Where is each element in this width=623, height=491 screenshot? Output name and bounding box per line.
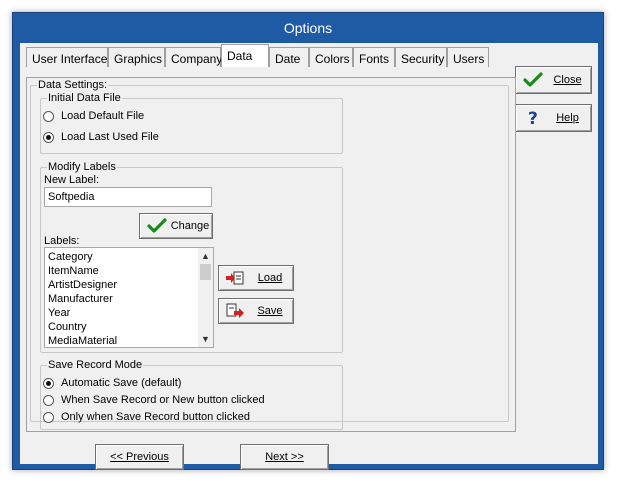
radio-load-last-used-file[interactable]: Load Last Used File — [43, 131, 159, 143]
close-button[interactable]: Close — [515, 66, 592, 94]
modify-labels-title: Modify Labels — [47, 161, 117, 173]
list-item[interactable]: ArtistDesigner — [48, 278, 117, 292]
labels-caption: Labels: — [44, 235, 80, 247]
radio-label: When Save Record or New button clicked — [61, 394, 265, 406]
previous-button-label: << Previous — [110, 451, 169, 463]
check-icon — [147, 218, 167, 233]
load-button-label: Load — [257, 272, 283, 284]
tab-date[interactable]: Date — [269, 47, 309, 67]
labels-listbox[interactable]: Category ItemName ArtistDesigner Manufac… — [44, 247, 214, 348]
labels-list: Category ItemName ArtistDesigner Manufac… — [48, 250, 117, 347]
tab-company[interactable]: Company — [165, 47, 222, 67]
check-icon — [523, 72, 543, 87]
tab-security[interactable]: Security — [395, 47, 447, 67]
radio-save-record-only[interactable]: Only when Save Record button clicked — [43, 411, 250, 423]
svg-text:?: ? — [528, 109, 538, 127]
tab-user-interface[interactable]: User Interface — [26, 47, 108, 67]
list-item[interactable]: Category — [48, 250, 117, 264]
tab-colors[interactable]: Colors — [309, 47, 353, 67]
load-button[interactable]: Load — [218, 265, 294, 291]
change-button-label: Change — [170, 220, 210, 232]
options-window: Options User Interface Graphics Company … — [12, 12, 604, 470]
initial-data-file-group: Initial Data File Load Default File Load… — [40, 92, 343, 154]
radio-load-default-file[interactable]: Load Default File — [43, 110, 144, 122]
scroll-thumb[interactable] — [200, 264, 211, 280]
data-tab-panel: Data Settings: Initial Data File Load De… — [26, 77, 516, 432]
next-button[interactable]: Next >> — [240, 444, 329, 470]
next-button-label: Next >> — [265, 451, 304, 463]
tab-data[interactable]: Data — [221, 44, 269, 67]
labels-scrollbar[interactable]: ▲ ▼ — [198, 248, 213, 347]
new-label-input[interactable]: Softpedia — [44, 187, 212, 207]
tab-users[interactable]: Users — [447, 47, 489, 67]
radio-label: Automatic Save (default) — [61, 377, 182, 389]
save-record-mode-title: Save Record Mode — [47, 359, 144, 371]
data-settings-group: Data Settings: Initial Data File Load De… — [30, 79, 509, 430]
scroll-down-icon[interactable]: ▼ — [198, 332, 213, 346]
save-labels-button-label: Save — [257, 305, 283, 317]
help-button[interactable]: ? Help — [515, 104, 592, 132]
help-button-label: Help — [556, 112, 579, 124]
save-record-mode-group: Save Record Mode Automatic Save (default… — [40, 359, 343, 430]
data-settings-title: Data Settings: — [37, 79, 109, 91]
modify-labels-group: Modify Labels New Label: Softpedia Chang… — [40, 161, 343, 353]
previous-button[interactable]: << Previous — [95, 444, 184, 470]
initial-data-file-title: Initial Data File — [47, 92, 122, 104]
load-file-icon — [226, 271, 244, 285]
radio-indicator — [43, 110, 54, 122]
list-item[interactable]: MediaMaterial — [48, 334, 117, 347]
save-file-icon — [226, 303, 244, 318]
change-button[interactable]: Change — [139, 213, 213, 239]
list-item[interactable]: Country — [48, 320, 117, 334]
save-labels-button[interactable]: Save — [218, 298, 294, 324]
list-item[interactable]: ItemName — [48, 264, 117, 278]
radio-indicator-selected — [43, 377, 54, 389]
scroll-up-icon[interactable]: ▲ — [198, 249, 213, 263]
tab-graphics[interactable]: Graphics — [108, 47, 165, 67]
question-mark-icon: ? — [528, 109, 538, 127]
close-button-label: Close — [553, 74, 582, 86]
radio-save-or-new-clicked[interactable]: When Save Record or New button clicked — [43, 394, 265, 406]
radio-indicator-selected — [43, 131, 54, 143]
radio-indicator — [43, 411, 54, 423]
radio-label: Load Last Used File — [61, 131, 159, 143]
radio-label: Only when Save Record button clicked — [61, 411, 250, 423]
dialog-client: User Interface Graphics Company Data Dat… — [20, 43, 598, 470]
radio-automatic-save[interactable]: Automatic Save (default) — [43, 377, 181, 389]
radio-indicator — [43, 394, 54, 406]
list-item[interactable]: Year — [48, 306, 117, 320]
new-label-caption: New Label: — [44, 174, 100, 186]
window-title: Options — [283, 20, 333, 36]
list-item[interactable]: Manufacturer — [48, 292, 117, 306]
radio-label: Load Default File — [61, 110, 145, 122]
tab-fonts[interactable]: Fonts — [353, 47, 395, 67]
